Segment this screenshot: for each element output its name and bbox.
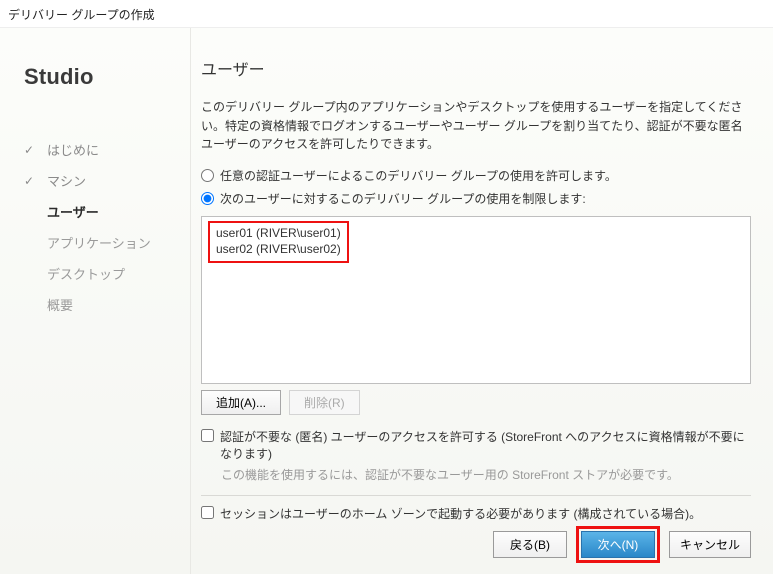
anonymous-check-note: この機能を使用するには、認証が不要なユーザー用の StoreFront ストアが… bbox=[221, 466, 751, 483]
step-users[interactable]: ユーザー bbox=[24, 196, 168, 227]
anonymous-check-label: 認証が不要な (匿名) ユーザーのアクセスを許可する (StoreFront へ… bbox=[220, 429, 751, 464]
homezone-check[interactable]: セッションはユーザーのホーム ゾーンで起動する必要があります (構成されている場… bbox=[201, 506, 751, 523]
wizard-footer: 戻る(B) 次へ(N) キャンセル bbox=[201, 527, 751, 558]
step-label: 概要 bbox=[47, 295, 73, 314]
anonymous-checkbox[interactable] bbox=[201, 429, 214, 442]
list-item[interactable]: user02 (RIVER\user02) bbox=[216, 241, 341, 257]
window-title: デリバリー グループの作成 bbox=[0, 0, 773, 28]
radio-restrict[interactable]: 次のユーザーに対するこのデリバリー グループの使用を制限します: bbox=[201, 190, 751, 207]
dialog-body: Studio はじめに マシン ユーザー アプリケーション デスクトップ 概要 … bbox=[0, 28, 773, 574]
radio-restrict-input[interactable] bbox=[201, 192, 214, 205]
homezone-check-label: セッションはユーザーのホーム ゾーンで起動する必要があります (構成されている場… bbox=[220, 506, 701, 523]
user-list[interactable]: user01 (RIVER\user01) user02 (RIVER\user… bbox=[201, 216, 751, 384]
instruction-text: このデリバリー グループ内のアプリケーションやデスクトップを使用するユーザーを指… bbox=[201, 98, 751, 154]
step-label: はじめに bbox=[47, 140, 99, 159]
sidebar: Studio はじめに マシン ユーザー アプリケーション デスクトップ 概要 bbox=[0, 28, 190, 574]
step-label: デスクトップ bbox=[47, 264, 125, 283]
step-label: ユーザー bbox=[47, 202, 99, 221]
list-button-row: 追加(A)... 削除(R) bbox=[201, 390, 751, 415]
step-label: マシン bbox=[47, 171, 86, 190]
step-applications[interactable]: アプリケーション bbox=[24, 227, 168, 258]
step-desktops[interactable]: デスクトップ bbox=[24, 258, 168, 289]
page-title: ユーザー bbox=[201, 56, 751, 80]
step-intro[interactable]: はじめに bbox=[24, 134, 168, 165]
homezone-checkbox[interactable] bbox=[201, 506, 214, 519]
user-list-highlight: user01 (RIVER\user01) user02 (RIVER\user… bbox=[208, 221, 349, 263]
add-user-button[interactable]: 追加(A)... bbox=[201, 390, 281, 415]
step-machine[interactable]: マシン bbox=[24, 165, 168, 196]
next-button[interactable]: 次へ(N) bbox=[581, 531, 655, 558]
radio-allow-any-input[interactable] bbox=[201, 169, 214, 182]
anonymous-check[interactable]: 認証が不要な (匿名) ユーザーのアクセスを許可する (StoreFront へ… bbox=[201, 429, 751, 464]
step-summary[interactable]: 概要 bbox=[24, 289, 168, 320]
separator bbox=[201, 495, 751, 496]
radio-restrict-label: 次のユーザーに対するこのデリバリー グループの使用を制限します: bbox=[220, 190, 586, 207]
radio-allow-any-label: 任意の認証ユーザーによるこのデリバリー グループの使用を許可します。 bbox=[220, 167, 617, 184]
content-pane: ユーザー このデリバリー グループ内のアプリケーションやデスクトップを使用するユ… bbox=[190, 28, 773, 574]
radio-allow-any[interactable]: 任意の認証ユーザーによるこのデリバリー グループの使用を許可します。 bbox=[201, 167, 751, 184]
list-item[interactable]: user01 (RIVER\user01) bbox=[216, 225, 341, 241]
brand-label: Studio bbox=[24, 64, 168, 90]
step-label: アプリケーション bbox=[47, 233, 151, 252]
back-button[interactable]: 戻る(B) bbox=[493, 531, 567, 558]
remove-user-button: 削除(R) bbox=[289, 390, 360, 415]
cancel-button[interactable]: キャンセル bbox=[669, 531, 751, 558]
wizard-steps: はじめに マシン ユーザー アプリケーション デスクトップ 概要 bbox=[24, 134, 168, 320]
